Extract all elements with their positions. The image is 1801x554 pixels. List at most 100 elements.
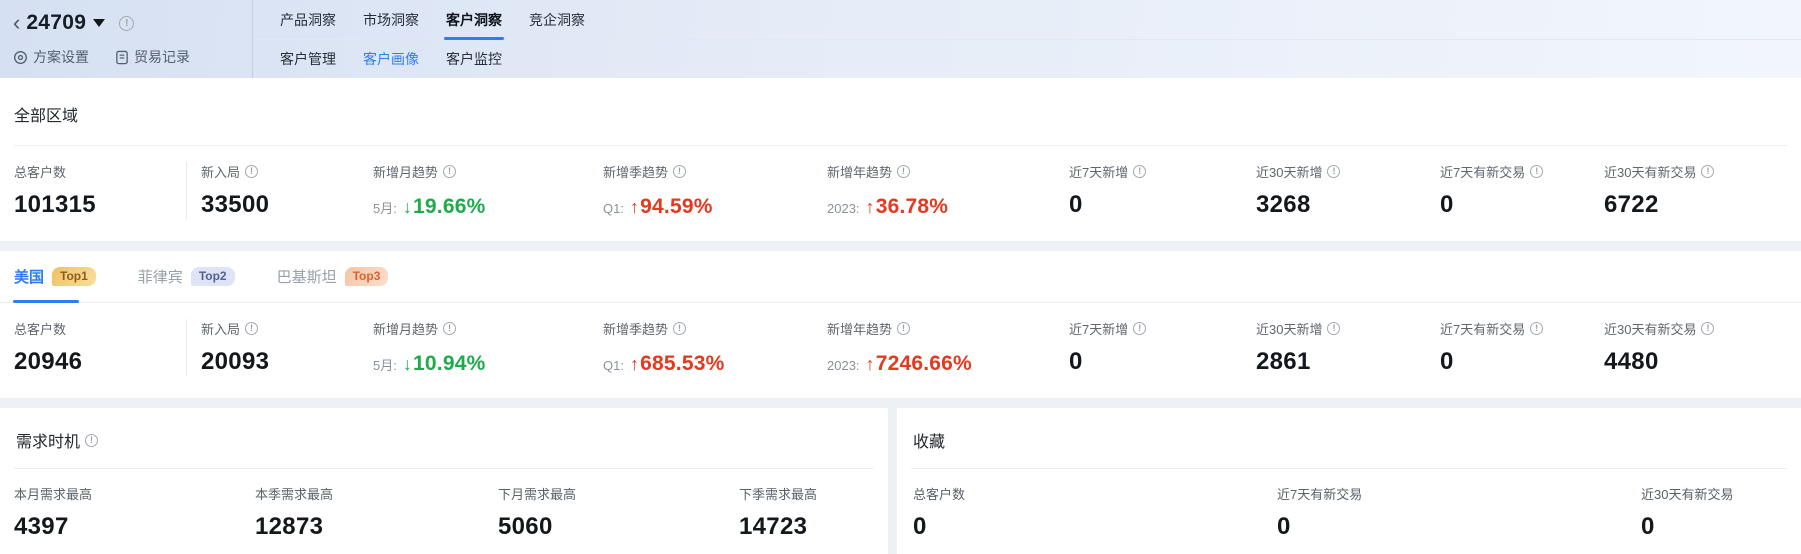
tab-competitor-insight[interactable]: 竞企洞察 <box>529 0 585 39</box>
stat-new-7d: 近7天新增 0 <box>1069 319 1256 376</box>
tab-customer-insight[interactable]: 客户洞察 <box>446 0 502 39</box>
trend-value: ↓10.94% <box>403 352 486 376</box>
stat-new-7d: 近7天新增 0 <box>1069 162 1256 219</box>
stat-demand-next-month: 下月需求最高 5060 <box>498 484 739 541</box>
stat-value: 0 <box>1440 348 1604 376</box>
stat-new-entrants: 新入局 33500 <box>187 162 373 219</box>
favorites-card: 收藏 总客户数 0 近7天有新交易 0 近30天有新交易 0 <box>897 408 1801 554</box>
stat-value: 20946 <box>14 348 186 376</box>
stat-yearly-trend: 新增年趋势 2023:↑36.78% <box>827 162 1069 219</box>
arrow-down-icon: ↓ <box>403 354 412 374</box>
stat-value: 20093 <box>201 348 373 376</box>
top2-badge: Top2 <box>191 267 235 286</box>
info-icon[interactable] <box>1327 322 1340 335</box>
tab-country-philippines[interactable]: 菲律宾 Top2 <box>138 266 235 302</box>
document-icon <box>115 50 129 65</box>
stat-new-30d: 近30天新增 3268 <box>1256 162 1440 219</box>
settings-icon <box>13 50 28 65</box>
stat-demand-this-quarter: 本季需求最高 12873 <box>255 484 498 541</box>
stat-value: 14723 <box>739 513 888 541</box>
info-icon[interactable] <box>1133 322 1146 335</box>
stat-trade-7d: 近7天有新交易 0 <box>1440 319 1604 376</box>
top1-badge: Top1 <box>52 267 96 286</box>
stat-fav-total-customers: 总客户数 0 <box>913 484 1277 541</box>
info-icon[interactable] <box>85 434 98 447</box>
arrow-up-icon: ↑ <box>630 197 639 217</box>
info-icon[interactable] <box>673 322 686 335</box>
stat-yearly-trend: 新增年趋势 2023:↑7246.66% <box>827 319 1069 376</box>
stat-value: 0 <box>1641 513 1801 541</box>
stat-value: 101315 <box>14 191 186 219</box>
trend-value: ↑685.53% <box>630 352 725 376</box>
subtab-customer-monitor[interactable]: 客户监控 <box>446 49 502 69</box>
all-region-title: 全部区域 <box>0 78 1801 145</box>
stat-value: 12873 <box>255 513 498 541</box>
info-icon[interactable] <box>1701 165 1714 178</box>
info-icon[interactable] <box>245 165 258 178</box>
trend-value: ↓19.66% <box>403 195 486 219</box>
info-icon[interactable] <box>897 322 910 335</box>
stat-demand-next-quarter: 下季需求最高 14723 <box>739 484 888 541</box>
info-icon[interactable] <box>1327 165 1340 178</box>
stat-value: 6722 <box>1604 191 1801 219</box>
trend-value: ↑36.78% <box>866 195 949 219</box>
stat-value: 4480 <box>1604 348 1801 376</box>
section-gap <box>0 241 1801 251</box>
tab-market-insight[interactable]: 市场洞察 <box>363 0 419 39</box>
demand-stats: 本月需求最高 4397 本季需求最高 12873 下月需求最高 5060 下季需… <box>0 469 888 554</box>
stat-value: 2861 <box>1256 348 1440 376</box>
info-icon[interactable] <box>673 165 686 178</box>
top3-badge: Top3 <box>345 267 389 286</box>
tab-country-usa[interactable]: 美国 Top1 <box>14 266 96 302</box>
stat-value: 3268 <box>1256 191 1440 219</box>
favorites-stats: 总客户数 0 近7天有新交易 0 近30天有新交易 0 <box>897 469 1801 554</box>
stat-demand-this-month: 本月需求最高 4397 <box>14 484 255 541</box>
stat-quarterly-trend: 新增季趋势 Q1:↑94.59% <box>603 162 827 219</box>
info-icon[interactable] <box>1701 322 1714 335</box>
dropdown-caret-icon[interactable] <box>93 19 105 27</box>
info-icon[interactable] <box>443 322 456 335</box>
main-nav: 产品洞察 市场洞察 客户洞察 竞企洞察 客户管理 客户画像 客户监控 <box>253 0 1801 78</box>
stat-fav-trade-30d: 近30天有新交易 0 <box>1641 484 1801 541</box>
plan-id[interactable]: 24709 <box>26 11 86 35</box>
stat-new-entrants: 新入局 20093 <box>187 319 373 376</box>
country-tabs: 美国 Top1 菲律宾 Top2 巴基斯坦 Top3 <box>0 251 1801 303</box>
stat-value: 0 <box>1069 348 1256 376</box>
arrow-down-icon: ↓ <box>403 197 412 217</box>
plan-settings-button[interactable]: 方案设置 <box>13 47 89 67</box>
subtab-customer-profile[interactable]: 客户画像 <box>363 49 419 69</box>
stat-value: 0 <box>913 513 1277 541</box>
stat-quarterly-trend: 新增季趋势 Q1:↑685.53% <box>603 319 827 376</box>
stat-total-customers: 总客户数 20946 <box>14 319 187 376</box>
trade-records-button[interactable]: 贸易记录 <box>115 47 190 67</box>
stat-value: 33500 <box>201 191 373 219</box>
country-stats: 总客户数 20946 新入局 20093 新增月趋势 5月:↓10.94% 新增… <box>0 303 1801 398</box>
info-icon[interactable] <box>443 165 456 178</box>
demand-timing-title: 需求时机 <box>0 408 888 468</box>
stat-value: 5060 <box>498 513 739 541</box>
info-icon[interactable] <box>1530 165 1543 178</box>
arrow-up-icon: ↑ <box>866 354 875 374</box>
subtab-customer-management[interactable]: 客户管理 <box>280 49 336 69</box>
tab-product-insight[interactable]: 产品洞察 <box>280 0 336 39</box>
top-country-card: 美国 Top1 菲律宾 Top2 巴基斯坦 Top3 总客户数 20946 新入… <box>0 251 1801 398</box>
back-chevron-icon[interactable]: ‹ <box>13 13 20 33</box>
top-bar: ‹ 24709 方案设置 贸易记录 产品洞察 市场洞察 客户洞察 <box>0 0 1801 78</box>
stat-trade-30d: 近30天有新交易 4480 <box>1604 319 1801 376</box>
stat-monthly-trend: 新增月趋势 5月:↓19.66% <box>373 162 603 219</box>
info-icon[interactable] <box>1530 322 1543 335</box>
arrow-up-icon: ↑ <box>866 197 875 217</box>
info-icon[interactable] <box>245 322 258 335</box>
info-icon[interactable] <box>1133 165 1146 178</box>
stat-value: 0 <box>1069 191 1256 219</box>
plan-header: ‹ 24709 方案设置 贸易记录 <box>0 0 253 78</box>
info-icon[interactable] <box>897 165 910 178</box>
stat-new-30d: 近30天新增 2861 <box>1256 319 1440 376</box>
stat-trade-7d: 近7天有新交易 0 <box>1440 162 1604 219</box>
arrow-up-icon: ↑ <box>630 354 639 374</box>
stat-trade-30d: 近30天有新交易 6722 <box>1604 162 1801 219</box>
stat-value: 4397 <box>14 513 255 541</box>
info-icon[interactable] <box>119 16 134 31</box>
tab-country-pakistan[interactable]: 巴基斯坦 Top3 <box>277 266 389 302</box>
all-region-card: 全部区域 总客户数 101315 新入局 33500 新增月趋势 5月:↓19.… <box>0 78 1801 241</box>
